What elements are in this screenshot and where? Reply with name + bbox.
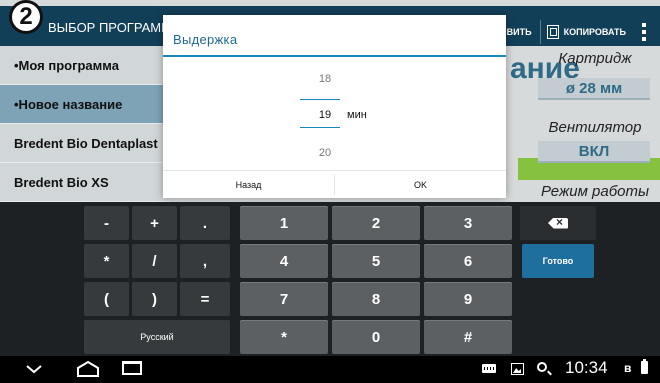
key-slash[interactable]: / — [132, 244, 177, 278]
tablet-screen: ВЫБОР ПРОГРАММ ВИТЬ КОПИРОВАТЬ 2 •Моя пр… — [0, 0, 660, 383]
step-number-badge: 2 — [9, 0, 43, 34]
picker-unit-label: мин — [347, 109, 367, 121]
fan-label: Вентилятор — [548, 119, 642, 136]
picker-next-value[interactable]: 20 — [305, 147, 345, 159]
key-hash[interactable]: # — [424, 320, 512, 354]
key-equals[interactable]: = — [180, 282, 230, 316]
key-comma[interactable]: , — [180, 244, 230, 278]
key-0[interactable]: 0 — [332, 320, 420, 354]
ok-button[interactable]: OK — [335, 171, 506, 199]
back-button[interactable]: Назад — [163, 171, 334, 199]
key-asterisk[interactable]: * — [84, 244, 129, 278]
backspace-key[interactable] — [520, 206, 596, 240]
language-key[interactable]: Русский — [84, 320, 230, 354]
fan-value[interactable]: ВКЛ — [538, 141, 650, 163]
program-settings-panel: Картридж ø 28 мм Вентилятор ВКЛ Режим ра… — [530, 46, 660, 202]
keyboard-icon — [482, 364, 496, 373]
cartridge-label: Картридж — [558, 50, 632, 67]
key-minus[interactable]: - — [84, 206, 129, 240]
key-star[interactable]: * — [240, 320, 328, 354]
search-icon[interactable] — [537, 362, 547, 372]
cartridge-value[interactable]: ø 28 мм — [538, 78, 650, 100]
key-6[interactable]: 6 — [424, 244, 512, 278]
overflow-menu-icon[interactable] — [642, 23, 646, 41]
dialog-button-bar: Назад OK — [163, 170, 506, 198]
key-plus[interactable]: + — [132, 206, 177, 240]
program-item-new-name[interactable]: •Новое название — [0, 85, 170, 124]
key-7[interactable]: 7 — [240, 282, 328, 316]
picker-selection-line — [300, 127, 340, 128]
picker-selection-line — [300, 99, 340, 100]
program-item-bio-xs[interactable]: Bredent Bio XS — [0, 163, 170, 202]
bluetooth-icon: ʙ — [624, 361, 632, 375]
key-period[interactable]: . — [180, 206, 230, 240]
key-open-paren[interactable]: ( — [84, 282, 129, 316]
dialog-title: Выдержка — [173, 32, 238, 47]
key-4[interactable]: 4 — [240, 244, 328, 278]
key-5[interactable]: 5 — [332, 244, 420, 278]
system-navigation-bar: 10:34 ʙ — [0, 356, 660, 383]
key-3[interactable]: 3 — [424, 206, 512, 240]
mode-label: Режим работы — [540, 183, 650, 200]
app-title: ВЫБОР ПРОГРАММ — [48, 20, 172, 35]
program-list: •Моя программа •Новое название Bredent B… — [0, 46, 170, 202]
key-2[interactable]: 2 — [332, 206, 420, 240]
screenshot-icon — [511, 363, 524, 375]
key-8[interactable]: 8 — [332, 282, 420, 316]
copy-label: КОПИРОВАТЬ — [563, 27, 626, 37]
key-close-paren[interactable]: ) — [132, 282, 177, 316]
numeric-keyboard: - + . 1 2 3 * / , 4 5 6 Готово ( ) = 7 8… — [0, 202, 660, 356]
clock: 10:34 — [565, 358, 608, 377]
back-icon[interactable] — [26, 361, 42, 377]
picker-current-value[interactable]: 19 — [305, 109, 345, 121]
done-key[interactable]: Готово — [522, 244, 594, 278]
battery-icon — [641, 359, 648, 374]
save-action[interactable]: ВИТЬ — [507, 27, 532, 37]
copy-action[interactable]: КОПИРОВАТЬ — [546, 25, 626, 39]
copy-icon — [546, 25, 559, 39]
program-item-my-program[interactable]: •Моя программа — [0, 46, 170, 85]
backspace-icon — [548, 217, 568, 229]
program-item-dentaplast[interactable]: Bredent Bio Dentaplast — [0, 124, 170, 163]
picker-previous-value[interactable]: 18 — [305, 73, 345, 85]
key-9[interactable]: 9 — [424, 282, 512, 316]
home-icon[interactable] — [76, 360, 100, 378]
key-1[interactable]: 1 — [240, 206, 328, 240]
hold-time-dialog: Выдержка 18 19 20 мин Назад OK — [163, 15, 506, 198]
dialog-divider — [163, 55, 506, 57]
action-divider — [539, 20, 541, 44]
recent-apps-icon[interactable] — [122, 361, 142, 375]
